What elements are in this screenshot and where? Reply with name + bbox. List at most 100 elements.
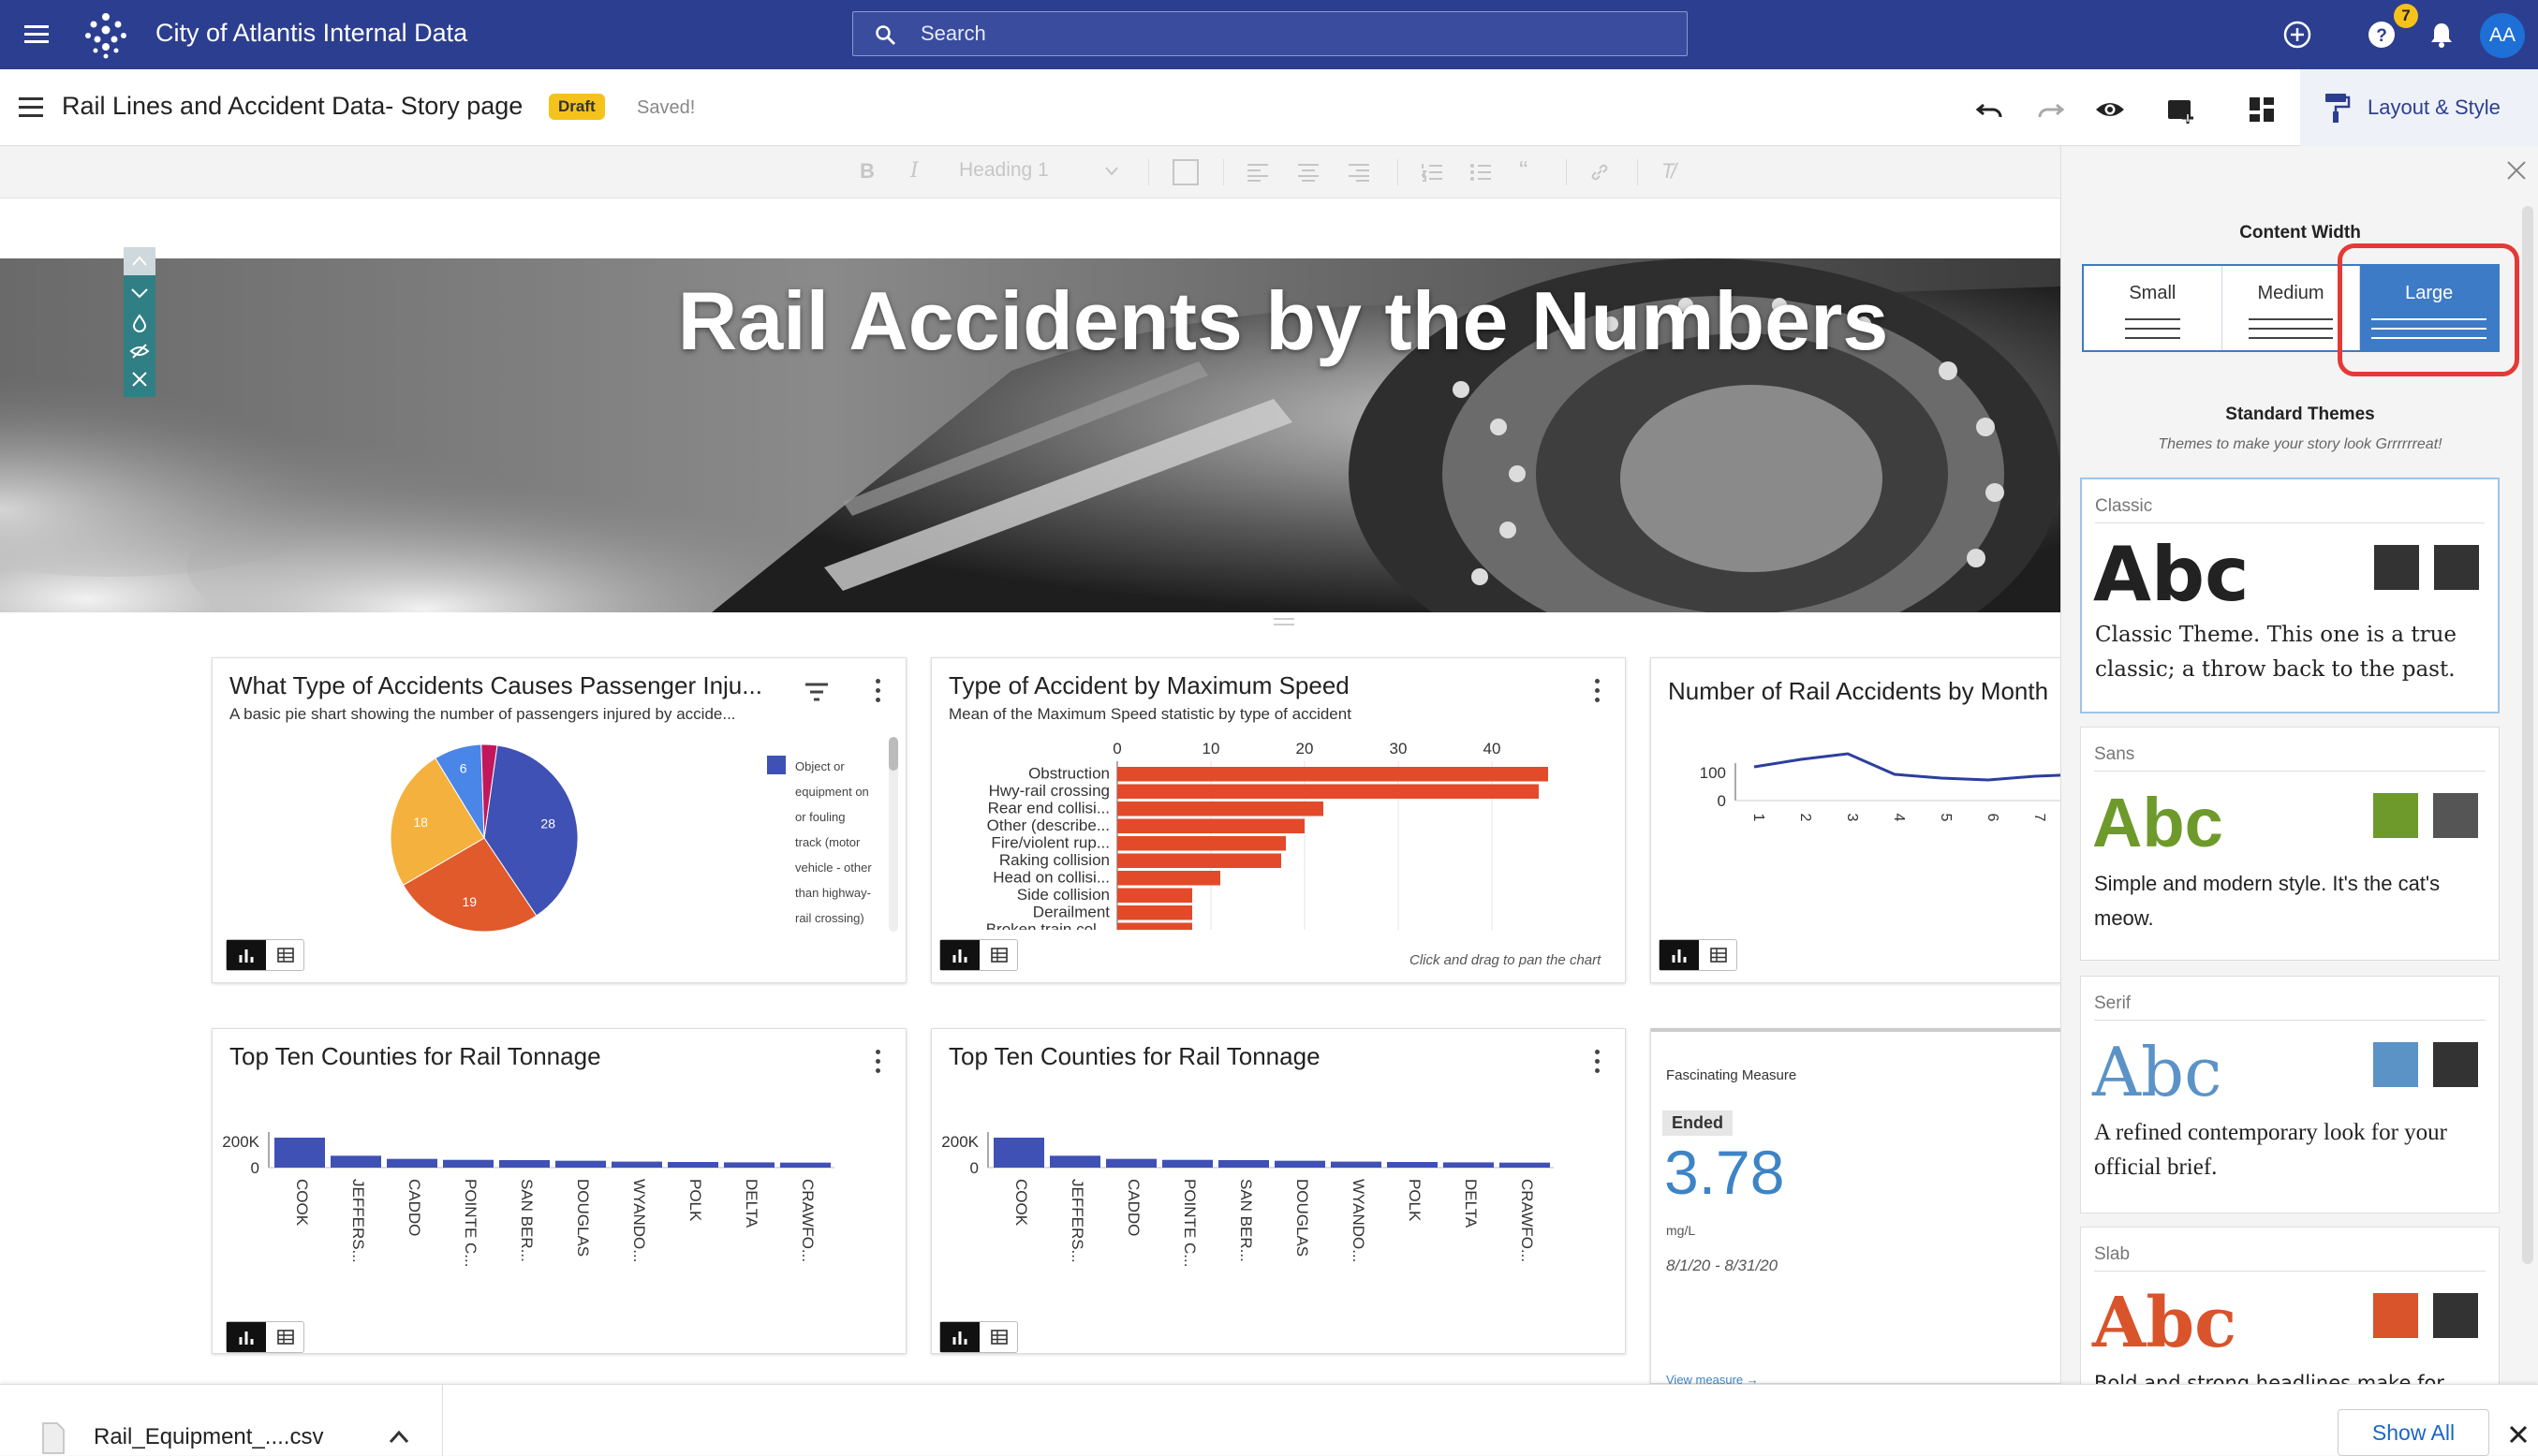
search-input[interactable] [921,12,1651,55]
legend-entry: Object or [795,759,845,773]
remove-block-icon[interactable] [129,369,150,390]
chart-view-button[interactable] [227,1322,266,1352]
clear-format-icon[interactable]: T̸ [1661,159,1674,184]
legend-entry: vehicle - other [795,860,872,875]
category-label: Rear end collisi... [988,800,1110,817]
card-menu-icon[interactable] [874,679,881,703]
bar [499,1160,550,1168]
resize-handle[interactable] [1274,618,1294,625]
move-down-icon[interactable] [129,283,150,303]
card-title[interactable]: What Type of Accidents Causes Passenger … [229,671,810,700]
user-avatar[interactable]: AA [2480,13,2525,58]
bullet-list-icon[interactable] [1470,163,1491,182]
table-view-button[interactable] [1699,940,1737,970]
category-label: POLK [1406,1179,1424,1222]
text-color-icon[interactable] [1173,159,1199,185]
table-icon [1710,948,1727,963]
vertical-bar-chart[interactable]: 200K 0 COOK JEFFERS... CADDO POINTE C... SAN B… [213,1123,907,1301]
line-chart[interactable]: 100012345678 [1651,752,2081,855]
card-title[interactable]: Top Ten Counties for Rail Tonnage [229,1042,601,1071]
card-title[interactable]: Top Ten Counties for Rail Tonnage [949,1042,1321,1071]
category-label: COOK [1012,1179,1030,1227]
add-content-icon[interactable] [2165,94,2197,125]
undo-icon[interactable] [1974,94,2006,125]
notifications-bell-icon[interactable] [2426,19,2457,51]
view-toggle[interactable] [939,1321,1018,1353]
layout-style-button[interactable]: Layout & Style [2300,69,2538,146]
primary-color-swatch [2373,793,2418,838]
main-menu-icon[interactable] [19,17,54,52]
preview-eye-icon[interactable] [2094,94,2126,125]
align-center-icon[interactable] [1298,163,1319,182]
bar [1117,784,1539,799]
theme-name: Sans [2094,744,2135,764]
help-icon[interactable]: ? [2366,19,2398,51]
dashboard-grid-icon[interactable] [2246,94,2278,125]
chart-view-button[interactable] [940,940,980,970]
x-tick-label: 7 [2031,814,2047,822]
card-menu-icon[interactable] [1593,679,1601,703]
legend-scrollbar[interactable] [889,737,898,932]
pie-label: 18 [413,815,428,830]
table-view-button[interactable] [980,940,1018,970]
card-title[interactable]: Type of Accident by Maximum Speed [949,671,1350,700]
close-download-bar-icon[interactable] [2508,1424,2529,1445]
speed-chart-card: Type of Accident by Maximum Speed Mean o… [931,657,1626,983]
downloaded-file-name[interactable]: Rail_Equipment_....csv [94,1424,323,1450]
theme-slab[interactable]: Slab Abc Bold and strong headlines make … [2080,1227,2500,1391]
close-panel-icon[interactable] [2505,159,2528,182]
view-toggle[interactable] [226,1321,304,1353]
view-toggle[interactable] [939,939,1018,971]
heading-select[interactable]: Heading 1 [959,159,1049,182]
bar-chart-icon [952,1331,967,1345]
card-menu-icon[interactable] [874,1050,881,1074]
move-up-button[interactable] [124,247,155,275]
bar [1050,1155,1100,1168]
story-title[interactable]: Rail Lines and Accident Data- Story page [62,92,523,121]
filter-icon[interactable] [804,683,829,701]
link-icon[interactable] [1588,161,1611,184]
add-circle-icon[interactable] [2281,19,2313,51]
show-all-downloads-button[interactable]: Show All [2338,1409,2489,1456]
table-view-button[interactable] [266,940,304,970]
chart-view-button[interactable] [1660,940,1699,970]
app-title[interactable]: City of Atlantis Internal Data [155,19,467,48]
story-menu-icon[interactable] [19,97,45,118]
align-right-icon[interactable] [1349,163,1369,182]
hide-eye-icon[interactable] [129,341,150,361]
pie-chart[interactable]: 28 19 18 6 [381,735,587,941]
bar [1117,922,1192,930]
city-logo-icon[interactable] [81,9,131,60]
chart-view-button[interactable] [227,940,266,970]
theme-serif[interactable]: Serif Abc A refined contemporary look fo… [2080,976,2500,1213]
width-small-option[interactable]: Small [2084,266,2222,350]
category-label: Hwy-rail crossing [989,782,1110,800]
color-drop-icon[interactable] [129,313,150,333]
table-view-button[interactable] [980,1322,1018,1352]
category-label: DOUGLAS [1293,1179,1311,1257]
view-toggle[interactable] [226,939,304,971]
card-title[interactable]: Number of Rail Accidents by Month [1668,677,2048,706]
table-view-button[interactable] [266,1322,304,1352]
tonnage-chart-card: Top Ten Counties for Rail Tonnage 200K 0 C… [212,1028,907,1354]
view-toggle[interactable] [1659,939,1737,971]
category-label: JEFFERS... [349,1179,367,1263]
category-label: POINTE C... [462,1179,480,1267]
bold-icon[interactable]: B [860,159,875,184]
theme-sans[interactable]: Sans Abc Simple and modern style. It's t… [2080,727,2500,961]
panel-scrollbar[interactable] [2522,206,2533,1264]
numbered-list-icon[interactable] [1422,163,1442,182]
card-menu-icon[interactable] [1593,1050,1601,1074]
x-tick-label: 10 [1203,740,1220,757]
blockquote-icon[interactable]: “ [1519,155,1527,185]
redo-icon[interactable] [2034,94,2066,125]
vertical-bar-chart[interactable]: 200K 0 COOK JEFFERS... CADDO POINTE C... SAN B… [932,1123,1627,1301]
horizontal-bar-chart[interactable]: 0 10 20 30 40 ObstructionHwy-rail crossingRea… [932,737,1627,930]
chart-view-button[interactable] [940,1322,980,1352]
chevron-up-icon[interactable] [388,1428,410,1445]
align-left-icon[interactable] [1247,163,1268,182]
italic-icon[interactable]: I [910,159,919,183]
global-search[interactable] [852,11,1688,56]
theme-classic[interactable]: Classic Abc Classic Theme. This one is a… [2080,478,2500,713]
pie-label: 19 [463,894,478,909]
